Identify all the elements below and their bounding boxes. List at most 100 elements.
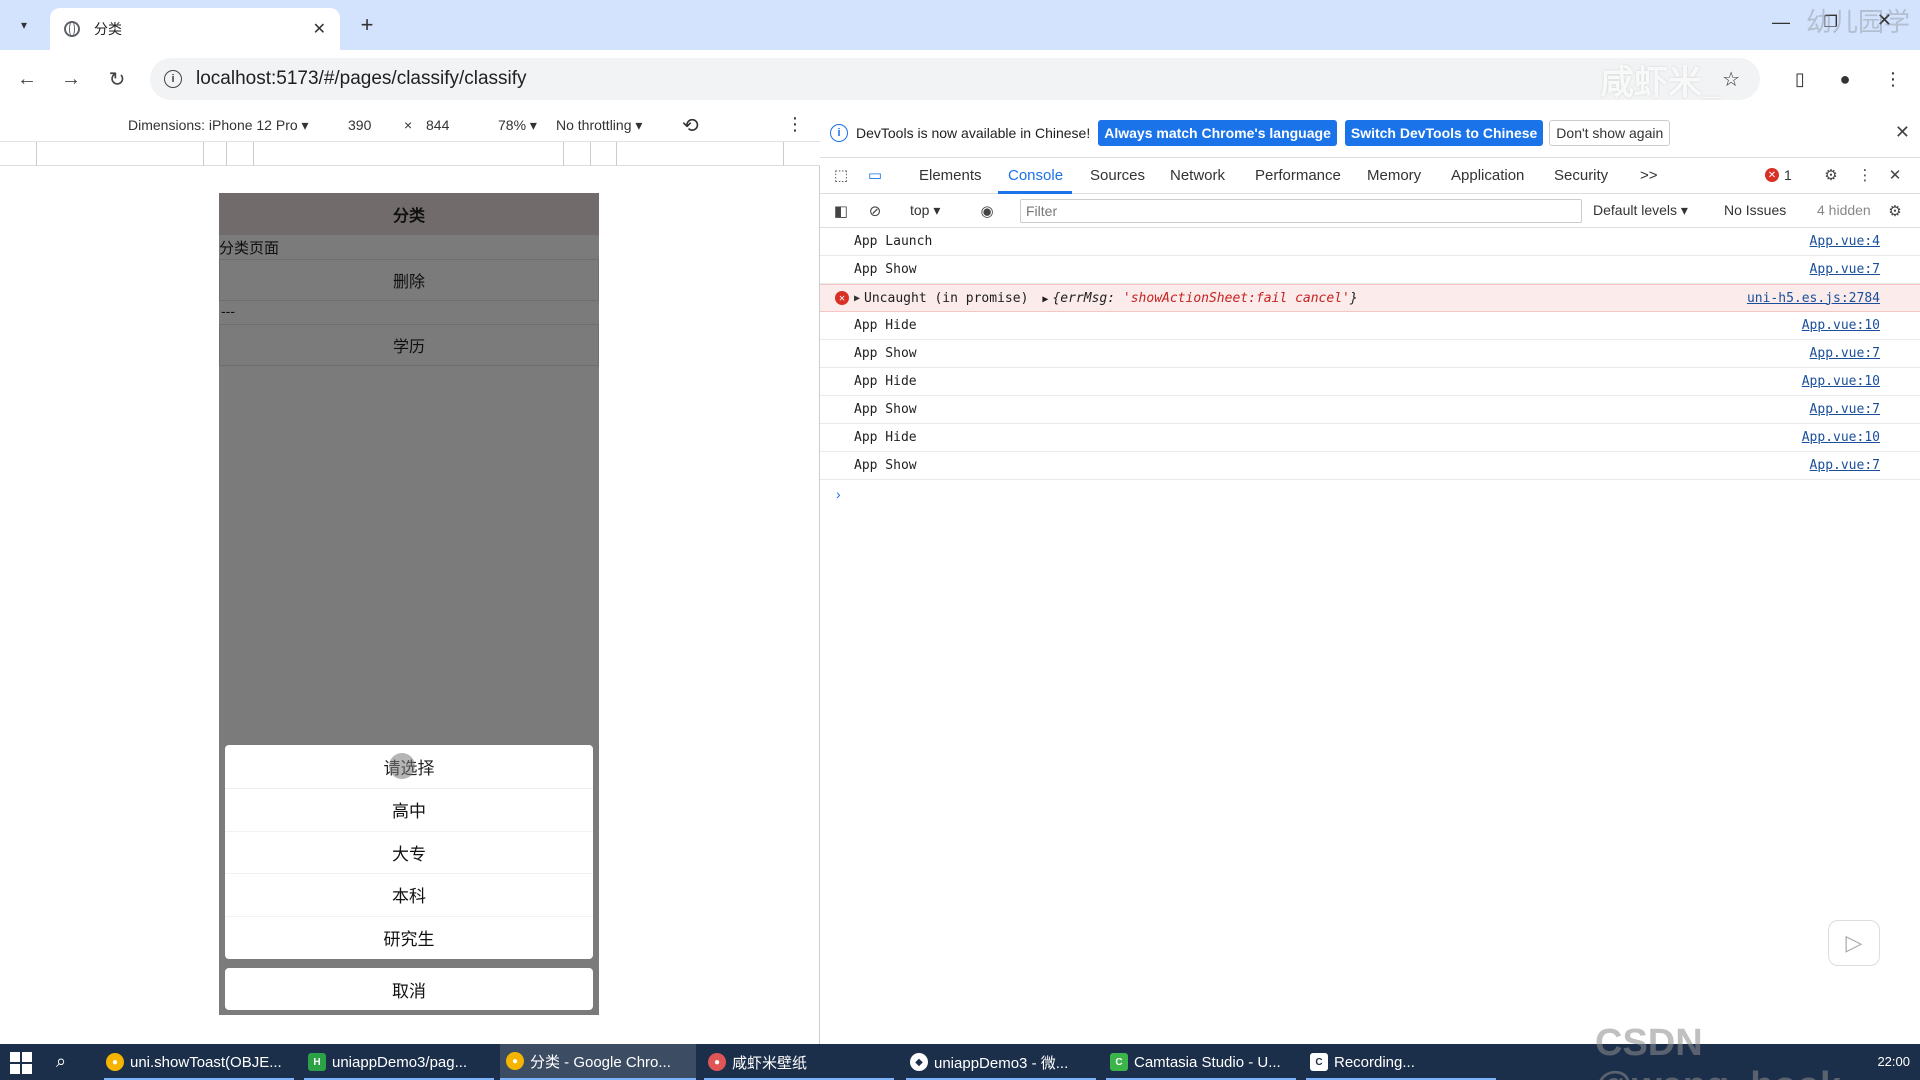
tab-security[interactable]: Security: [1554, 167, 1608, 184]
action-sheet-item[interactable]: 高中: [225, 789, 593, 832]
taskbar-item-label: uniappDemo3/pag...: [332, 1053, 468, 1071]
zoom-select[interactable]: 78% ▾: [498, 117, 537, 134]
error-count-badge[interactable]: ✕ 1: [1765, 167, 1792, 183]
console-source-link[interactable]: App.vue:10: [1802, 374, 1880, 389]
context-select[interactable]: top ▾: [910, 202, 940, 219]
reload-button[interactable]: ↻: [102, 64, 132, 94]
tab-sources[interactable]: Sources: [1090, 167, 1145, 184]
browser-titlebar: ▾ 分类 ✕ + — ❐ ✕ 幼儿园学: [0, 0, 1920, 50]
taskbar-item-wechat-devtools[interactable]: ◆ uniappDemo3 - 微...: [904, 1044, 1100, 1080]
site-info-icon[interactable]: i: [164, 70, 182, 88]
console-source-link[interactable]: App.vue:10: [1802, 430, 1880, 445]
clear-console-icon[interactable]: ⊘: [864, 200, 886, 222]
issues-link[interactable]: No Issues: [1724, 202, 1786, 218]
bookmark-star-icon[interactable]: ☆: [1722, 67, 1740, 92]
console-row: App Hide App.vue:10: [820, 424, 1920, 452]
profile-avatar-icon[interactable]: ●: [1830, 64, 1860, 94]
taskbar-item-camtasia[interactable]: C Camtasia Studio - U...: [1104, 1044, 1300, 1080]
dont-show-again-button[interactable]: Don't show again: [1549, 119, 1671, 146]
tab-close-icon[interactable]: ✕: [313, 19, 326, 39]
back-button[interactable]: ←: [12, 64, 42, 94]
match-language-button[interactable]: Always match Chrome's language: [1098, 119, 1337, 146]
tab-console[interactable]: Console: [1008, 167, 1063, 184]
url-text: localhost:5173/#/pages/classify/classify: [196, 68, 527, 89]
console-filter-input[interactable]: Filter: [1020, 199, 1582, 223]
throttling-select[interactable]: No throttling ▾: [556, 117, 642, 134]
watermark-omnibox: 咸虾米_: [1600, 63, 1721, 102]
console-row: App Hide App.vue:10: [820, 368, 1920, 396]
taskbar-item-chrome[interactable]: ● uni.showToast(OBJE...: [100, 1044, 300, 1080]
action-sheet-cancel-button[interactable]: 取消: [225, 968, 593, 1010]
taskbar-item-label: 分类 - Google Chro...: [530, 1053, 671, 1071]
device-select[interactable]: Dimensions: iPhone 12 Pro ▾: [128, 117, 309, 134]
console-source-link[interactable]: App.vue:7: [1810, 346, 1880, 361]
console-message: App Hide: [854, 430, 917, 445]
console-settings-icon[interactable]: ⚙: [1884, 200, 1906, 222]
devtools-close-icon[interactable]: ✕: [1884, 164, 1906, 186]
rotate-icon[interactable]: ⟲: [682, 113, 699, 138]
console-error-row[interactable]: ✕ ▶ Uncaught (in promise) ▶ {errMsg: 'sho…: [820, 284, 1920, 312]
action-sheet-item[interactable]: 研究生: [225, 917, 593, 960]
console-row: App Show App.vue:7: [820, 452, 1920, 480]
tab-performance[interactable]: Performance: [1255, 167, 1341, 184]
console-log: App Launch App.vue:4 App Show App.vue:7 ✕ …: [820, 228, 1920, 508]
error-object-key: {errMsg:: [1052, 290, 1123, 306]
tab-memory[interactable]: Memory: [1367, 167, 1421, 184]
console-message: App Show: [854, 458, 917, 473]
menu-kebab-icon[interactable]: ⋮: [1878, 64, 1908, 94]
console-source-link[interactable]: uni-h5.es.js:2784: [1747, 291, 1880, 306]
forward-button[interactable]: →: [56, 64, 86, 94]
tab-search-chevron-icon[interactable]: ▾: [8, 10, 40, 40]
sidebar-toggle-icon[interactable]: ◧: [830, 200, 852, 222]
action-sheet-item[interactable]: 大专: [225, 832, 593, 874]
switch-to-chinese-button[interactable]: Switch DevTools to Chinese: [1344, 119, 1544, 146]
browser-tab-active[interactable]: 分类 ✕: [50, 8, 340, 50]
console-source-link[interactable]: App.vue:7: [1810, 458, 1880, 473]
play-icon[interactable]: ▷: [1828, 920, 1880, 966]
height-input[interactable]: 844: [426, 117, 449, 133]
error-object-value: 'showActionSheet:fail cancel': [1122, 290, 1350, 306]
devtools-more-icon[interactable]: ⋮: [1854, 164, 1876, 186]
watermark-top: 幼儿园学: [1805, 7, 1910, 37]
windows-start-icon[interactable]: [10, 1052, 32, 1074]
sidepanel-icon[interactable]: ▯: [1785, 64, 1815, 94]
live-expression-eye-icon[interactable]: ◉: [976, 200, 998, 222]
tab-network[interactable]: Network: [1170, 167, 1225, 184]
tab-application[interactable]: Application: [1451, 167, 1524, 184]
console-source-link[interactable]: App.vue:7: [1810, 262, 1880, 277]
taskbar-item-recording[interactable]: C Recording...: [1304, 1044, 1500, 1080]
device-toggle-icon[interactable]: ▭: [864, 164, 886, 186]
chrome-icon: ●: [106, 1053, 124, 1071]
expand-triangle-icon[interactable]: ▶: [1042, 294, 1048, 305]
device-label: Dimensions: iPhone 12 Pro: [128, 117, 298, 133]
console-source-link[interactable]: App.vue:4: [1810, 234, 1880, 249]
default-levels-label: Default levels: [1593, 202, 1678, 218]
taskbar-item-chrome-active[interactable]: ● 分类 - Google Chro...: [500, 1044, 696, 1080]
new-tab-button[interactable]: +: [352, 10, 382, 40]
taskbar-item-wallpaper[interactable]: ● 咸虾米壁纸: [702, 1044, 898, 1080]
width-input[interactable]: 390: [348, 117, 371, 133]
action-sheet-item[interactable]: 本科: [225, 874, 593, 917]
error-object[interactable]: ▶ {errMsg: 'showActionSheet:fail cancel'}: [1042, 291, 1357, 306]
console-source-link[interactable]: App.vue:7: [1810, 402, 1880, 417]
more-tabs-icon[interactable]: >>: [1640, 167, 1658, 184]
tab-title: 分类: [94, 21, 122, 37]
expand-triangle-icon[interactable]: ▶: [854, 293, 860, 304]
console-row: App Show App.vue:7: [820, 396, 1920, 424]
settings-gear-icon[interactable]: ⚙: [1820, 164, 1842, 186]
chrome-icon: ●: [506, 1052, 524, 1070]
inspect-element-icon[interactable]: ⬚: [830, 164, 852, 186]
console-source-link[interactable]: App.vue:10: [1802, 318, 1880, 333]
window-minimize-button[interactable]: —: [1772, 12, 1790, 33]
taskbar-search-icon[interactable]: ⌕: [56, 1051, 66, 1072]
console-prompt[interactable]: ›: [820, 480, 1920, 508]
error-object-end: }: [1349, 290, 1358, 306]
globe-icon: [64, 21, 80, 37]
infobar-close-icon[interactable]: ✕: [1895, 122, 1910, 143]
taskbar-item-hbuilder[interactable]: H uniappDemo3/pag...: [302, 1044, 498, 1080]
zoom-label: 78%: [498, 117, 527, 133]
default-levels-select[interactable]: Default levels ▾: [1593, 202, 1688, 219]
address-bar[interactable]: i localhost:5173/#/pages/classify/classi…: [150, 58, 1760, 102]
tab-elements[interactable]: Elements: [919, 167, 982, 184]
device-more-icon[interactable]: ⋮: [786, 114, 804, 135]
